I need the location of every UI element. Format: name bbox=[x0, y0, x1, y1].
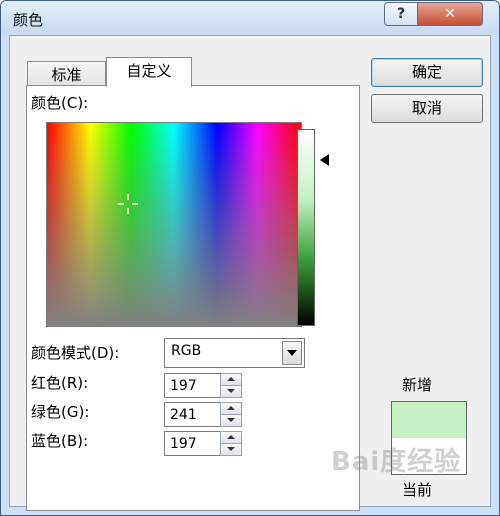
tab-standard[interactable]: 标准 bbox=[27, 61, 106, 86]
crosshair-icon bbox=[118, 194, 138, 214]
blue-label: 蓝色(B): bbox=[31, 432, 89, 450]
dialog-title: 颜色 bbox=[13, 11, 44, 29]
tab-custom[interactable]: 自定义 bbox=[106, 57, 192, 87]
red-stepper[interactable] bbox=[164, 373, 242, 398]
blue-stepper[interactable] bbox=[164, 431, 242, 456]
color-spectrum-picker[interactable] bbox=[46, 122, 302, 327]
help-button[interactable]: ? bbox=[384, 2, 418, 26]
colors-label: 颜色(C): bbox=[31, 94, 89, 112]
new-color-label: 新增 bbox=[402, 376, 433, 394]
blue-input[interactable] bbox=[164, 431, 221, 456]
blue-down-arrow-icon[interactable] bbox=[220, 443, 242, 456]
green-stepper[interactable] bbox=[164, 402, 242, 427]
title-bar[interactable]: 颜色 ? ✕ bbox=[1, 1, 499, 35]
red-down-arrow-icon[interactable] bbox=[220, 385, 242, 398]
help-icon: ? bbox=[396, 6, 406, 22]
red-input[interactable] bbox=[164, 373, 221, 398]
red-label: 红色(R): bbox=[31, 374, 89, 392]
custom-tab-panel: 颜色(C): 颜色模式(D): RGB 红色(R): 197 绿色(G): 24… bbox=[26, 85, 360, 511]
color-mode-value: RGB bbox=[171, 343, 202, 359]
cancel-button[interactable]: 取消 bbox=[371, 94, 483, 123]
green-input[interactable] bbox=[164, 402, 221, 427]
close-button[interactable]: ✕ bbox=[417, 2, 483, 26]
color-mode-select[interactable]: RGB bbox=[164, 338, 305, 368]
close-icon: ✕ bbox=[444, 6, 456, 22]
color-dialog: 颜色 ? ✕ 标准 自定义 颜色(C): 颜色模式(D): RGB 红色(R):… bbox=[0, 0, 500, 516]
chevron-down-icon[interactable] bbox=[282, 341, 302, 365]
dialog-body: 标准 自定义 颜色(C): 颜色模式(D): RGB 红色(R): 197 绿色… bbox=[9, 35, 491, 511]
watermark-logo: Bai度经验 bbox=[331, 447, 462, 477]
luminance-slider[interactable] bbox=[297, 129, 315, 326]
color-mode-label: 颜色模式(D): bbox=[31, 344, 120, 362]
new-color-swatch bbox=[392, 402, 466, 438]
ok-button[interactable]: 确定 bbox=[371, 58, 483, 87]
current-color-label: 当前 bbox=[402, 481, 433, 499]
green-label: 绿色(G): bbox=[31, 403, 90, 421]
green-down-arrow-icon[interactable] bbox=[220, 414, 242, 427]
luminance-arrow-icon[interactable] bbox=[320, 154, 329, 166]
